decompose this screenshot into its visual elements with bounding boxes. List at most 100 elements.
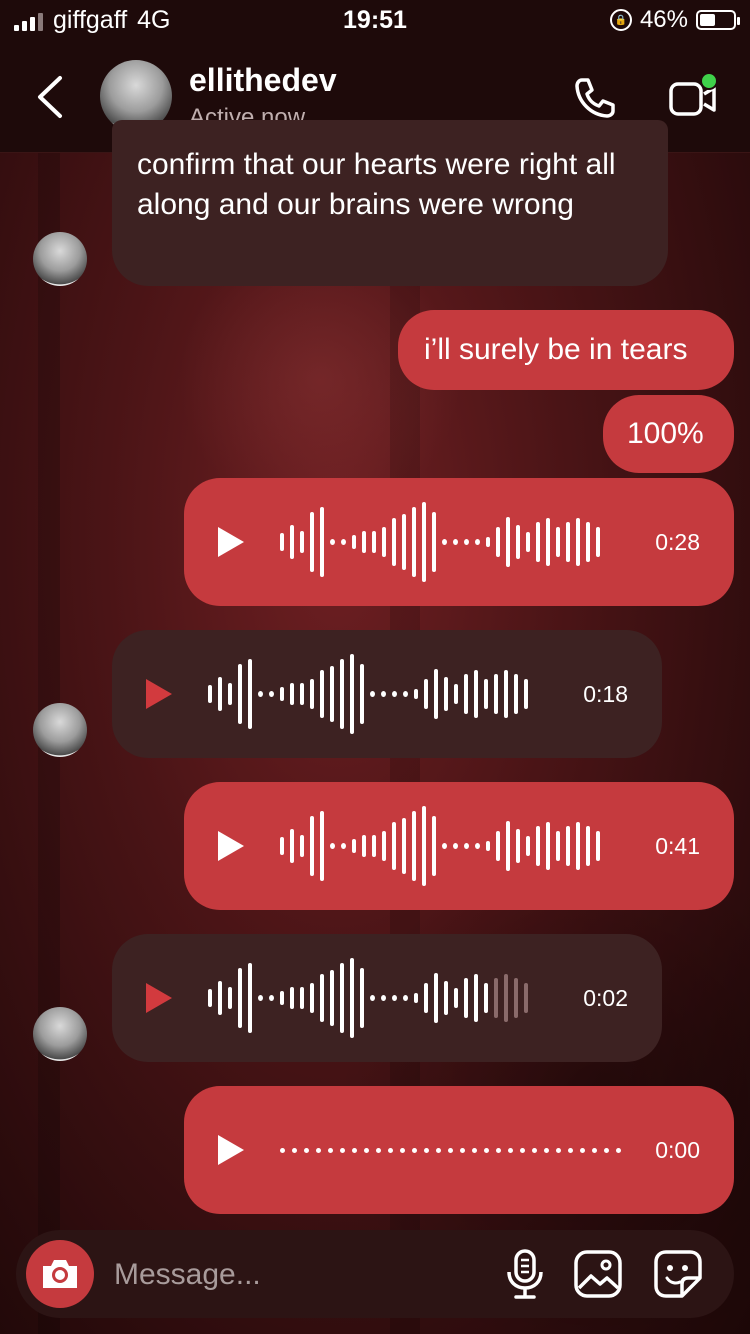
image-icon[interactable] bbox=[572, 1248, 624, 1300]
waveform-bar bbox=[524, 679, 528, 709]
outgoing-message-bubble[interactable]: i’ll surely be in tears bbox=[398, 310, 734, 390]
play-icon[interactable] bbox=[218, 831, 244, 861]
waveform-dot bbox=[472, 1147, 477, 1153]
play-icon[interactable] bbox=[146, 679, 172, 709]
sender-avatar[interactable] bbox=[33, 703, 87, 757]
sticker-icon[interactable] bbox=[652, 1248, 704, 1300]
waveform-bar bbox=[352, 839, 356, 853]
waveform-bar bbox=[320, 811, 324, 881]
waveform-bar bbox=[360, 968, 364, 1028]
voice-duration: 0:41 bbox=[655, 832, 700, 859]
waveform-bar bbox=[424, 679, 428, 709]
waveform-bar bbox=[381, 995, 386, 1001]
waveform-bar bbox=[453, 539, 458, 545]
waveform-bar bbox=[340, 659, 344, 729]
status-right: 🔒 46% bbox=[609, 6, 740, 34]
waveform-bar bbox=[300, 987, 304, 1009]
waveform-dot bbox=[364, 1147, 369, 1153]
waveform-bar bbox=[290, 683, 294, 705]
waveform-bar bbox=[536, 522, 540, 562]
waveform-bar bbox=[516, 525, 520, 559]
waveform-bar bbox=[484, 983, 488, 1013]
play-icon[interactable] bbox=[218, 527, 244, 557]
sender-avatar[interactable] bbox=[33, 1007, 87, 1061]
waveform-dot bbox=[352, 1147, 357, 1153]
waveform-bar bbox=[330, 970, 334, 1026]
waveform-bar bbox=[300, 531, 304, 553]
waveform-dot bbox=[340, 1147, 345, 1153]
waveform-bar bbox=[596, 831, 600, 861]
waveform-bar bbox=[372, 531, 376, 553]
incoming-voice-message[interactable]: 0:18 bbox=[112, 630, 662, 758]
waveform-bar bbox=[362, 835, 366, 857]
waveform-dot bbox=[568, 1147, 573, 1153]
audio-waveform bbox=[280, 502, 600, 582]
waveform-bar bbox=[372, 835, 376, 857]
waveform-bar bbox=[496, 831, 500, 861]
waveform-bar bbox=[444, 981, 448, 1015]
waveform-bar bbox=[403, 691, 408, 697]
waveform-bar bbox=[464, 843, 469, 849]
video-call-button[interactable] bbox=[668, 72, 720, 122]
waveform-bar bbox=[280, 687, 284, 701]
waveform-bar bbox=[546, 518, 550, 566]
waveform-bar bbox=[238, 664, 242, 724]
waveform-bar bbox=[310, 679, 314, 709]
outgoing-message-bubble[interactable]: 100% bbox=[603, 395, 734, 473]
waveform-bar bbox=[248, 659, 252, 729]
waveform-dot bbox=[400, 1147, 405, 1153]
incoming-message-bubble[interactable]: confirm that our hearts were right all a… bbox=[112, 120, 668, 286]
waveform-bar bbox=[392, 822, 396, 870]
sender-avatar[interactable] bbox=[33, 232, 87, 286]
microphone-icon[interactable] bbox=[500, 1248, 550, 1300]
waveform-bar bbox=[340, 963, 344, 1033]
incoming-voice-message[interactable]: 0:02 bbox=[112, 934, 662, 1062]
waveform-bar bbox=[300, 835, 304, 857]
waveform-bar bbox=[258, 995, 263, 1001]
waveform-bar bbox=[352, 535, 356, 549]
waveform-bar bbox=[556, 527, 560, 557]
waveform-bar bbox=[414, 689, 418, 699]
waveform-dot bbox=[484, 1147, 489, 1153]
waveform-bar bbox=[524, 983, 528, 1013]
waveform-bar bbox=[414, 993, 418, 1003]
waveform-bar bbox=[504, 670, 508, 718]
outgoing-voice-message[interactable]: 0:00 bbox=[184, 1086, 734, 1214]
waveform-dot bbox=[448, 1147, 453, 1153]
play-icon[interactable] bbox=[146, 983, 172, 1013]
message-input[interactable] bbox=[112, 1252, 476, 1298]
waveform-bar bbox=[514, 674, 518, 714]
waveform-dot bbox=[604, 1147, 609, 1153]
back-chevron-icon[interactable] bbox=[30, 72, 74, 122]
voice-duration: 0:28 bbox=[655, 528, 700, 555]
waveform-bar bbox=[454, 988, 458, 1008]
message-text: confirm that our hearts were right all a… bbox=[137, 148, 616, 221]
waveform-bar bbox=[556, 831, 560, 861]
voice-duration: 0:00 bbox=[655, 1136, 700, 1163]
waveform-bar bbox=[280, 837, 284, 855]
waveform-bar bbox=[422, 806, 426, 886]
waveform-bar bbox=[392, 691, 397, 697]
waveform-bar bbox=[310, 512, 314, 572]
waveform-bar bbox=[566, 522, 570, 562]
outgoing-voice-message[interactable]: 0:28 bbox=[184, 478, 734, 606]
waveform-bar bbox=[486, 841, 490, 851]
waveform-bar bbox=[350, 654, 354, 734]
audio-waveform bbox=[280, 806, 600, 886]
waveform-bar bbox=[269, 691, 274, 697]
camera-button[interactable] bbox=[26, 1240, 94, 1308]
waveform-bar bbox=[218, 677, 222, 711]
waveform-bar bbox=[402, 514, 406, 570]
battery-icon bbox=[696, 10, 740, 30]
waveform-bar bbox=[370, 691, 375, 697]
phone-icon[interactable] bbox=[570, 74, 618, 122]
waveform-bar bbox=[320, 507, 324, 577]
waveform-bar bbox=[536, 826, 540, 866]
outgoing-voice-message[interactable]: 0:41 bbox=[184, 782, 734, 910]
contact-username[interactable]: ellithedev bbox=[189, 62, 337, 99]
play-icon[interactable] bbox=[218, 1135, 244, 1165]
status-bar: giffgaff 4G 19:51 🔒 46% bbox=[0, 0, 750, 44]
waveform-bar bbox=[320, 974, 324, 1022]
waveform-bar bbox=[576, 822, 580, 870]
waveform-bar bbox=[330, 843, 335, 849]
